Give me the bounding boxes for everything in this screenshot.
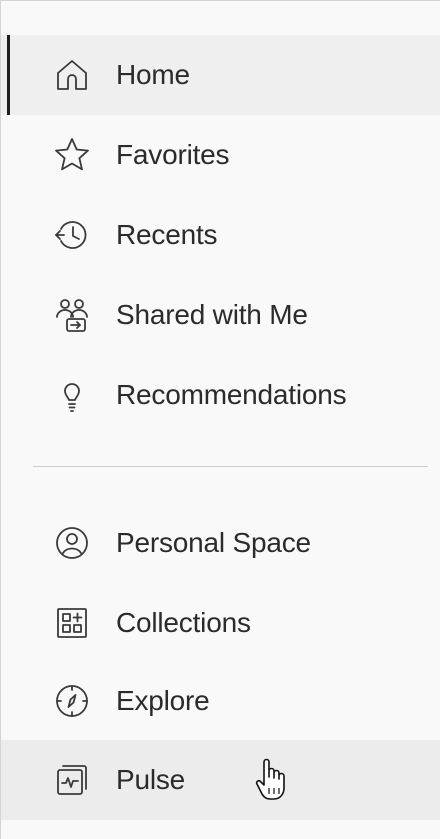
nav-item-pulse[interactable]: Pulse [1,740,440,820]
section-divider [33,466,428,467]
user-circle-icon [51,522,93,564]
nav-item-recents[interactable]: Recents [1,195,440,275]
history-icon [51,214,93,256]
nav-item-label: Recommendations [116,379,347,410]
hand-pointer-icon [255,758,285,800]
nav-item-shared-with-me[interactable]: Shared with Me [1,275,440,355]
nav-item-explore[interactable]: Explore [1,661,440,741]
lightbulb-icon [51,374,93,416]
nav-item-home[interactable]: Home [1,35,440,115]
nav-item-label: Recents [116,219,218,250]
nav-item-label: Shared with Me [116,299,308,330]
shared-users-icon [51,294,93,336]
star-icon [51,134,93,176]
nav-item-collections[interactable]: Collections [1,583,440,663]
nav-item-label: Collections [116,607,251,638]
nav-item-label: Pulse [116,764,186,795]
nav-item-label: Explore [116,685,210,716]
home-icon [51,54,93,96]
nav-item-label: Personal Space [116,527,311,558]
nav-item-favorites[interactable]: Favorites [1,115,440,195]
navigation-sidebar: Home Favorites Recents Shared with Me Re… [0,0,440,839]
collections-icon [51,602,93,644]
compass-icon [51,680,93,722]
nav-item-recommendations[interactable]: Recommendations [1,355,440,435]
nav-item-label: Home [116,59,190,90]
nav-item-personal-space[interactable]: Personal Space [1,503,440,583]
pulse-icon [51,759,93,801]
nav-item-label: Favorites [116,139,230,170]
